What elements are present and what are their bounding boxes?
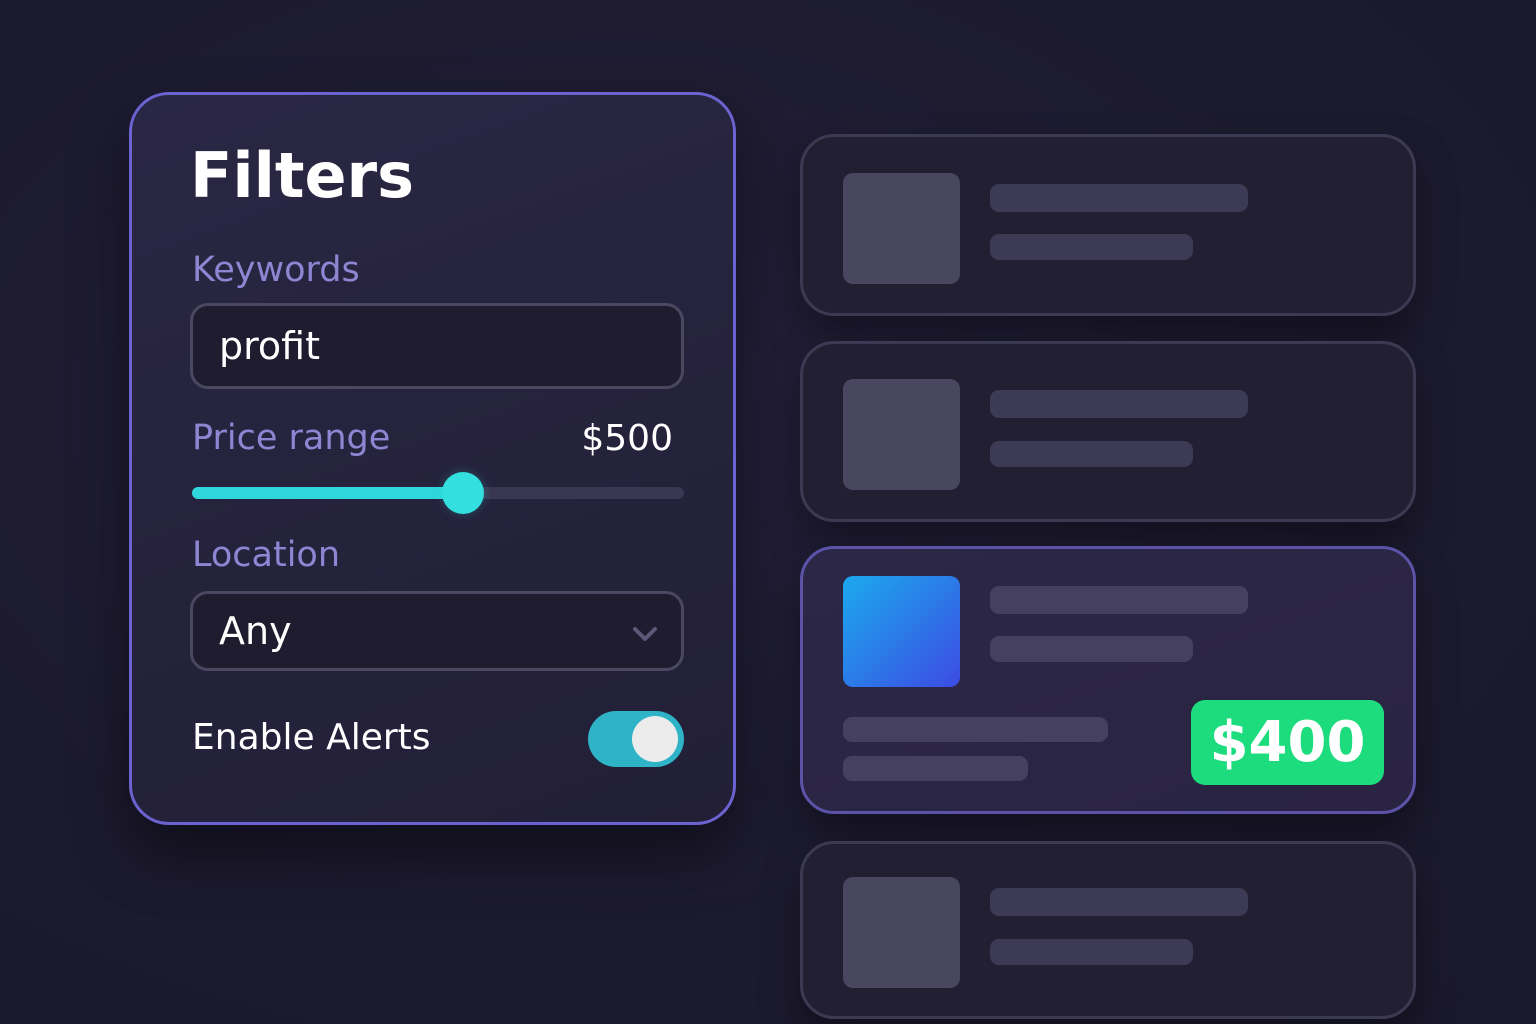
card-thumbnail [843, 379, 960, 490]
detail-placeholder [843, 717, 1108, 742]
price-slider-fill [192, 487, 463, 499]
card-thumbnail [843, 173, 960, 284]
filters-panel: Filters Keywords profit Price range $500… [129, 92, 736, 825]
result-card[interactable] [800, 134, 1416, 316]
subtitle-placeholder [990, 234, 1193, 260]
keywords-input[interactable]: profit [190, 303, 684, 389]
panel-title: Filters [190, 139, 415, 212]
title-placeholder [990, 586, 1248, 614]
location-label: Location [192, 535, 341, 575]
price-slider-thumb[interactable] [441, 472, 484, 514]
subtitle-placeholder [990, 441, 1193, 467]
card-thumbnail [843, 877, 960, 988]
subtitle-placeholder [990, 939, 1193, 965]
enable-alerts-toggle[interactable] [588, 711, 684, 767]
subtitle-placeholder [990, 636, 1193, 662]
title-placeholder [990, 888, 1248, 916]
toggle-knob [632, 716, 678, 762]
keywords-input-value: profit [219, 324, 320, 368]
title-placeholder [990, 184, 1248, 212]
result-card[interactable] [800, 841, 1416, 1019]
chevron-down-icon [633, 627, 657, 641]
result-card-highlighted[interactable]: $400 [800, 546, 1416, 814]
detail-placeholder [843, 756, 1028, 781]
title-placeholder [990, 390, 1248, 418]
price-range-label: Price range [192, 418, 391, 458]
enable-alerts-label: Enable Alerts [192, 717, 431, 758]
price-range-value: $500 [581, 418, 673, 459]
card-thumbnail-active [843, 576, 960, 687]
result-card[interactable] [800, 341, 1416, 522]
location-select[interactable]: Any [190, 591, 684, 671]
price-badge: $400 [1191, 700, 1384, 785]
keywords-label: Keywords [192, 250, 360, 290]
location-selected-value: Any [219, 609, 292, 653]
price-range-slider[interactable] [192, 472, 684, 514]
